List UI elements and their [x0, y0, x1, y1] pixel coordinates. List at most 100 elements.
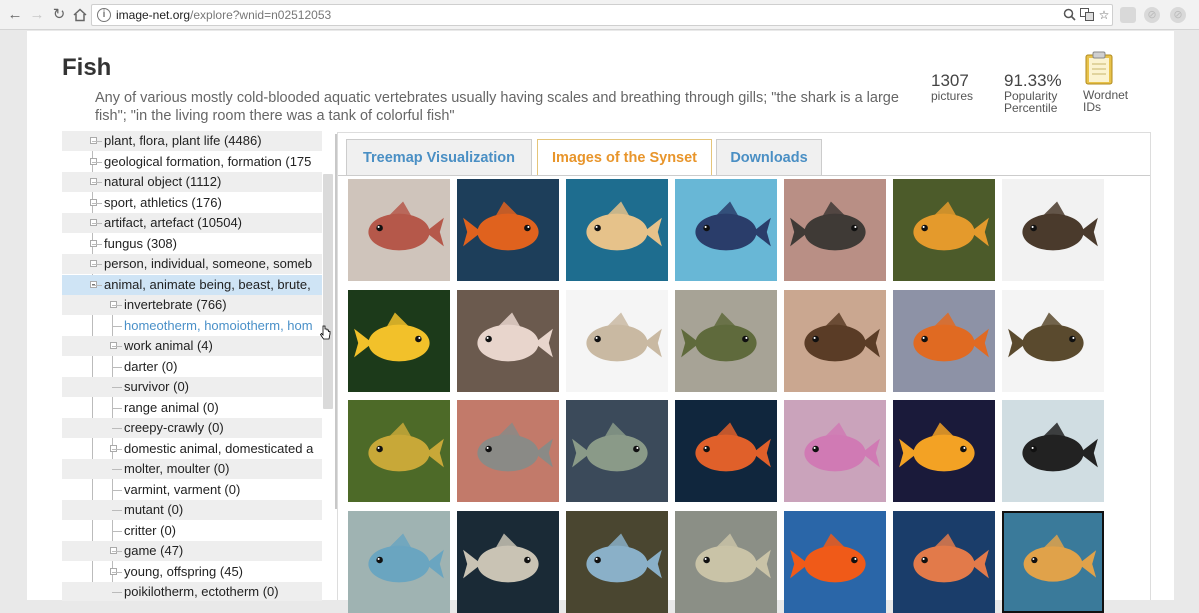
address-url[interactable]: image-net.org/explore?wnid=n02512053 — [116, 8, 331, 22]
tree-item[interactable]: domestic animal, domesticated a — [62, 439, 322, 459]
tree-item-label: domestic animal, domesticated a — [124, 440, 314, 456]
mouse-pointer-icon — [319, 325, 331, 340]
tree-branch-line — [92, 182, 102, 183]
tree-item-label: animal, animate being, beast, brute, — [104, 276, 311, 292]
page-title: Fish — [62, 54, 112, 81]
tab-downloads[interactable]: Downloads — [716, 139, 822, 175]
tree-branch-line — [112, 469, 122, 470]
tree-item[interactable]: animal, animate being, beast, brute, — [62, 274, 322, 295]
tree-item[interactable]: creepy-crawly (0) — [62, 418, 322, 438]
home-icon[interactable] — [71, 6, 89, 24]
tree-item-label: game (47) — [124, 543, 184, 558]
extension-icon-2[interactable]: ⊘ — [1144, 7, 1160, 23]
star-icon[interactable]: ☆ — [1097, 8, 1111, 22]
url-path: /explore?wnid=n02512053 — [190, 8, 332, 22]
thumbnail-yellow-parrot-cichlid[interactable] — [348, 289, 450, 392]
thumbnail-orange-goldfish[interactable] — [784, 510, 886, 613]
thumbnail-pink-fish[interactable] — [784, 400, 886, 502]
thumbnail-clownfish-anemone[interactable] — [893, 289, 995, 392]
thumbnail-clownfish[interactable] — [457, 179, 559, 281]
wordnet-clipboard-icon[interactable] — [1084, 51, 1114, 85]
tree-item-label: creepy-crawly (0) — [124, 420, 224, 435]
thumbnail-red-squirrelfish[interactable] — [348, 179, 450, 281]
pictures-label: pictures — [931, 89, 974, 103]
wordnet-ids-label[interactable]: Wordnet IDs — [1083, 89, 1128, 113]
thumbnail-goldfish[interactable] — [893, 179, 995, 281]
zoom-icon[interactable] — [1062, 8, 1076, 22]
tree-item-label: darter (0) — [124, 358, 178, 374]
tree-item-label: varmint, varment (0) — [124, 481, 241, 497]
thumbnail-piranha-teeth[interactable] — [457, 400, 559, 502]
tree-branch-line — [112, 428, 122, 429]
synset-panel: Treemap Visualization Images of the Syns… — [337, 132, 1151, 613]
address-bar[interactable]: i image-net.org/explore?wnid=n02512053 ☆ — [91, 4, 1113, 26]
tree-item[interactable]: game (47) — [62, 541, 322, 561]
thumbnail-bluegill[interactable] — [675, 289, 777, 392]
thumbnail-camouflaged-fish[interactable] — [348, 400, 450, 502]
thumbnail-fish-in-hand[interactable] — [784, 179, 886, 281]
tree-item[interactable]: molter, moulter (0) — [62, 459, 322, 479]
tree-item[interactable]: invertebrate (766) — [62, 295, 322, 315]
thumbnail-golden-parrot-cichlid[interactable] — [893, 400, 995, 502]
tree-item[interactable]: artifact, artefact (10504) — [62, 213, 322, 233]
tree-item[interactable]: darter (0) — [62, 357, 322, 377]
reload-icon[interactable]: ↻ — [50, 6, 68, 24]
tree-item[interactable]: natural object (1112) — [62, 172, 322, 192]
tree-item-label: mutant (0) — [124, 502, 184, 517]
pictures-count: 1307 — [931, 71, 969, 90]
thumbnail-underwater-fish[interactable] — [566, 179, 668, 281]
tree-branch-line — [112, 530, 122, 532]
tree-item[interactable]: homeotherm, homoiotherm, hom — [62, 316, 322, 336]
tree-item-label: critter (0) — [124, 522, 176, 538]
forward-icon[interactable]: → — [28, 6, 46, 24]
thumbnail-flowerhorn[interactable] — [457, 289, 559, 392]
tree-item[interactable]: geological formation, formation (175 — [62, 152, 322, 172]
tree-item[interactable]: varmint, varment (0) — [62, 480, 322, 500]
tree-item[interactable]: mutant (0) — [62, 500, 322, 520]
tree-item[interactable]: poikilotherm, ectotherm (0) — [62, 582, 322, 601]
thumbnail-grey-fish[interactable] — [675, 510, 777, 613]
tree-item-label: molter, moulter (0) — [124, 461, 230, 476]
tree-branch-line — [112, 551, 122, 552]
tab-treemap[interactable]: Treemap Visualization — [346, 139, 532, 175]
tree-item-label: sport, athletics (176) — [104, 194, 222, 210]
tree-item[interactable]: person, individual, someone, someb — [62, 254, 322, 274]
thumbnail-dark-water-fish[interactable] — [457, 510, 559, 613]
tree-branch-line — [112, 407, 122, 409]
thumbnail-brown-fish[interactable] — [1002, 289, 1104, 392]
thumbnail-blue-tang[interactable] — [566, 510, 668, 613]
synset-tree: plant, flora, plant life (4486) geologica… — [62, 131, 352, 601]
extension-icon-3[interactable]: ⊘ — [1170, 7, 1186, 23]
thumbnail-orange-cichlid[interactable] — [893, 510, 995, 613]
tree-item[interactable]: survivor (0) — [62, 377, 322, 397]
tree-item-label: young, offspring (45) — [124, 563, 243, 579]
synset-gloss: Any of various mostly cold-blooded aquat… — [95, 90, 899, 124]
tree-item[interactable]: young, offspring (45) — [62, 562, 322, 582]
thumbnail-emperor-angelfish[interactable] — [675, 179, 777, 281]
tree-item[interactable]: critter (0) — [62, 521, 322, 541]
tree-branch-line — [112, 592, 122, 593]
tree-item-label: person, individual, someone, someb — [104, 256, 313, 271]
thumbnail-aquarium-rocks[interactable] — [566, 400, 668, 502]
tab-images[interactable]: Images of the Synset — [537, 139, 712, 176]
tree-item[interactable]: fungus (308) — [62, 234, 322, 254]
thumbnail-anglerfish[interactable] — [1002, 179, 1104, 281]
tree-branch-line — [112, 489, 122, 491]
tree-item[interactable]: plant, flora, plant life (4486) — [62, 131, 322, 151]
thumbnail-catfish-silhouette[interactable] — [1002, 400, 1104, 502]
back-icon[interactable]: ← — [6, 6, 24, 24]
tree-item[interactable]: range animal (0) — [62, 398, 322, 418]
thumbnail-orange-fish[interactable] — [675, 400, 777, 502]
translate-icon[interactable] — [1080, 8, 1094, 22]
thumbnail-striped-fish[interactable] — [566, 289, 668, 392]
tree-item[interactable]: work animal (4) — [62, 336, 322, 356]
thumbnail-osprey[interactable] — [784, 289, 886, 392]
thumbnail-pufferfish[interactable] — [1002, 510, 1104, 613]
thumbnail-flatfish[interactable] — [348, 510, 450, 613]
browser-toolbar: ← → ↻ i image-net.org/explore?wnid=n0251… — [0, 0, 1199, 30]
extension-icon-1[interactable] — [1120, 7, 1136, 23]
tree-item[interactable]: sport, athletics (176) — [62, 193, 322, 213]
info-icon[interactable]: i — [97, 8, 111, 22]
tree-scrollbar-thumb[interactable] — [323, 174, 333, 409]
popularity-label-2: Percentile — [1004, 101, 1058, 115]
